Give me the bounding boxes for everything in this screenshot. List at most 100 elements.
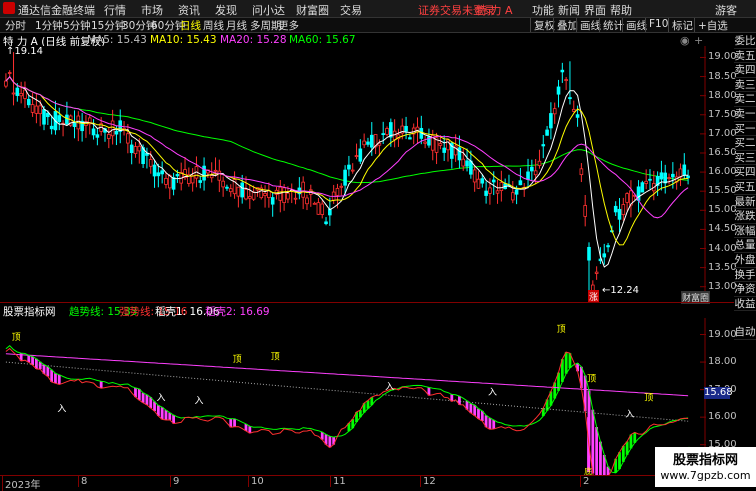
menu-trade[interactable]: 交易 <box>340 2 362 18</box>
indicator-bar <box>54 373 57 384</box>
candle-body <box>621 204 626 215</box>
menu-interface[interactable]: 界面 <box>584 2 606 18</box>
candle-body <box>369 134 374 148</box>
indicator-title: 股票指标网 趋势线: 15.33 强势线: 15.16 稻壳1: 16.06 稻… <box>3 304 303 318</box>
time-tick: 9 <box>170 476 179 487</box>
candle-body <box>682 164 687 176</box>
candle-body <box>129 144 134 154</box>
quote-field[interactable]: 卖四 <box>734 63 756 78</box>
btn-mark[interactable]: 标记 <box>668 18 696 32</box>
candle-body <box>480 178 485 184</box>
quote-field[interactable]: 收益 <box>734 297 756 312</box>
quote-field[interactable]: 卖一 <box>734 107 756 122</box>
candle-body <box>209 175 214 179</box>
menu-ask[interactable]: 问小达 <box>252 2 285 18</box>
ma5-label: MA5: 15.43 <box>87 34 147 46</box>
price-tick: 19.00 <box>708 51 737 63</box>
candlestick-chart[interactable] <box>0 46 733 302</box>
candle-body <box>533 170 538 176</box>
period-toolbar: 分时 1分钟 5分钟 15分钟 30分钟 60分钟 日线 周线 月线 多周期 更… <box>0 18 756 33</box>
menu-help[interactable]: 帮助 <box>610 2 632 18</box>
candle-body <box>549 113 553 129</box>
period-15min[interactable]: 15分钟 <box>91 18 125 33</box>
period-1min[interactable]: 1分钟 <box>35 18 63 33</box>
shell2-line <box>5 353 689 397</box>
quote-field[interactable]: 外盘 <box>734 253 756 268</box>
user-guest[interactable]: 游客 <box>715 2 737 18</box>
candle-body <box>617 208 622 220</box>
strong-line <box>5 347 689 475</box>
period-more[interactable]: 更多 <box>278 18 299 33</box>
quote-field[interactable]: 买一 <box>734 122 756 137</box>
candle-body <box>541 144 546 147</box>
candle-body <box>49 125 54 130</box>
quote-field[interactable]: 买四 <box>734 165 756 180</box>
period-daily[interactable]: 日线 <box>180 18 201 33</box>
top-signal-label: 顶 <box>12 332 21 343</box>
candle-body <box>671 173 675 178</box>
quote-field[interactable]: 净资 <box>734 282 756 297</box>
indicator-bar <box>564 352 568 374</box>
candle-body <box>15 87 20 96</box>
menu-market-quotes[interactable]: 行情 <box>104 2 126 18</box>
indicator-chart[interactable]: 顶顶顶顶顶顶入入入入入入底⇣ <box>0 318 733 475</box>
quote-field[interactable]: 买五 <box>734 180 756 195</box>
quote-field[interactable]: 买二 <box>734 136 756 151</box>
top-signal-label: 顶 <box>271 351 280 362</box>
candle-body <box>587 246 591 261</box>
candle-body <box>293 197 298 200</box>
period-monthly[interactable]: 月线 <box>226 18 247 33</box>
candle-body <box>164 178 168 185</box>
menu-wealth[interactable]: 财富圈 <box>296 2 329 18</box>
indicator-name[interactable]: 股票指标网 <box>3 306 56 318</box>
price-tick: 15.50 <box>708 185 737 197</box>
candle-body <box>26 98 31 106</box>
indicator-bar <box>477 408 480 419</box>
enter-signal-label: 入 <box>488 387 497 398</box>
quote-field[interactable]: 总量 <box>734 238 756 253</box>
indicator-bar <box>473 405 477 416</box>
candle-body <box>366 141 370 145</box>
quote-field[interactable]: 换手 <box>734 268 756 283</box>
menu-function[interactable]: 功能 <box>532 2 554 18</box>
candle-body <box>461 158 466 167</box>
candle-body <box>91 128 96 136</box>
candle-body <box>156 172 161 177</box>
candle-body <box>457 147 462 161</box>
btn-add-favorite[interactable]: +自选 <box>694 18 731 32</box>
candle-body <box>270 197 275 205</box>
candle-body <box>644 180 648 184</box>
time-tick: 2023年 <box>2 476 40 491</box>
quote-field[interactable]: 卖五 <box>734 49 756 64</box>
quote-field[interactable]: 卖三 <box>734 78 756 93</box>
quote-field[interactable]: 委比 <box>734 34 756 49</box>
quote-field[interactable]: 自动 <box>734 325 756 340</box>
menu-market[interactable]: 市场 <box>141 2 163 18</box>
candle-body <box>556 86 561 95</box>
quote-field[interactable]: 买三 <box>734 151 756 166</box>
quote-field[interactable]: 最新 <box>734 195 756 210</box>
top-signal-label: 顶 <box>587 373 596 384</box>
period-weekly[interactable]: 周线 <box>203 18 224 33</box>
candle-body <box>438 143 443 146</box>
ma20-label: MA20: 15.28 <box>220 34 287 46</box>
candle-body <box>465 160 469 167</box>
candle-body <box>571 108 576 112</box>
candle-body <box>19 93 23 97</box>
time-tick: 12 <box>420 476 436 487</box>
candle-body <box>301 181 305 198</box>
candle-body <box>316 202 321 215</box>
menu-news[interactable]: 资讯 <box>178 2 200 18</box>
quote-field[interactable]: 涨跌 <box>734 209 756 224</box>
quote-field[interactable]: 涨幅 <box>734 224 756 239</box>
period-5min[interactable]: 5分钟 <box>63 18 91 33</box>
quote-field[interactable]: 卖二 <box>734 92 756 107</box>
period-multi[interactable]: 多周期 <box>250 18 282 33</box>
ma10-line <box>5 75 689 246</box>
enter-signal-label: 入 <box>625 409 634 420</box>
period-intraday[interactable]: 分时 <box>5 18 26 33</box>
candle-body <box>312 202 317 205</box>
menu-discover[interactable]: 发现 <box>215 2 237 18</box>
candle-body <box>537 160 542 166</box>
menu-news-right[interactable]: 新闻 <box>558 2 580 18</box>
